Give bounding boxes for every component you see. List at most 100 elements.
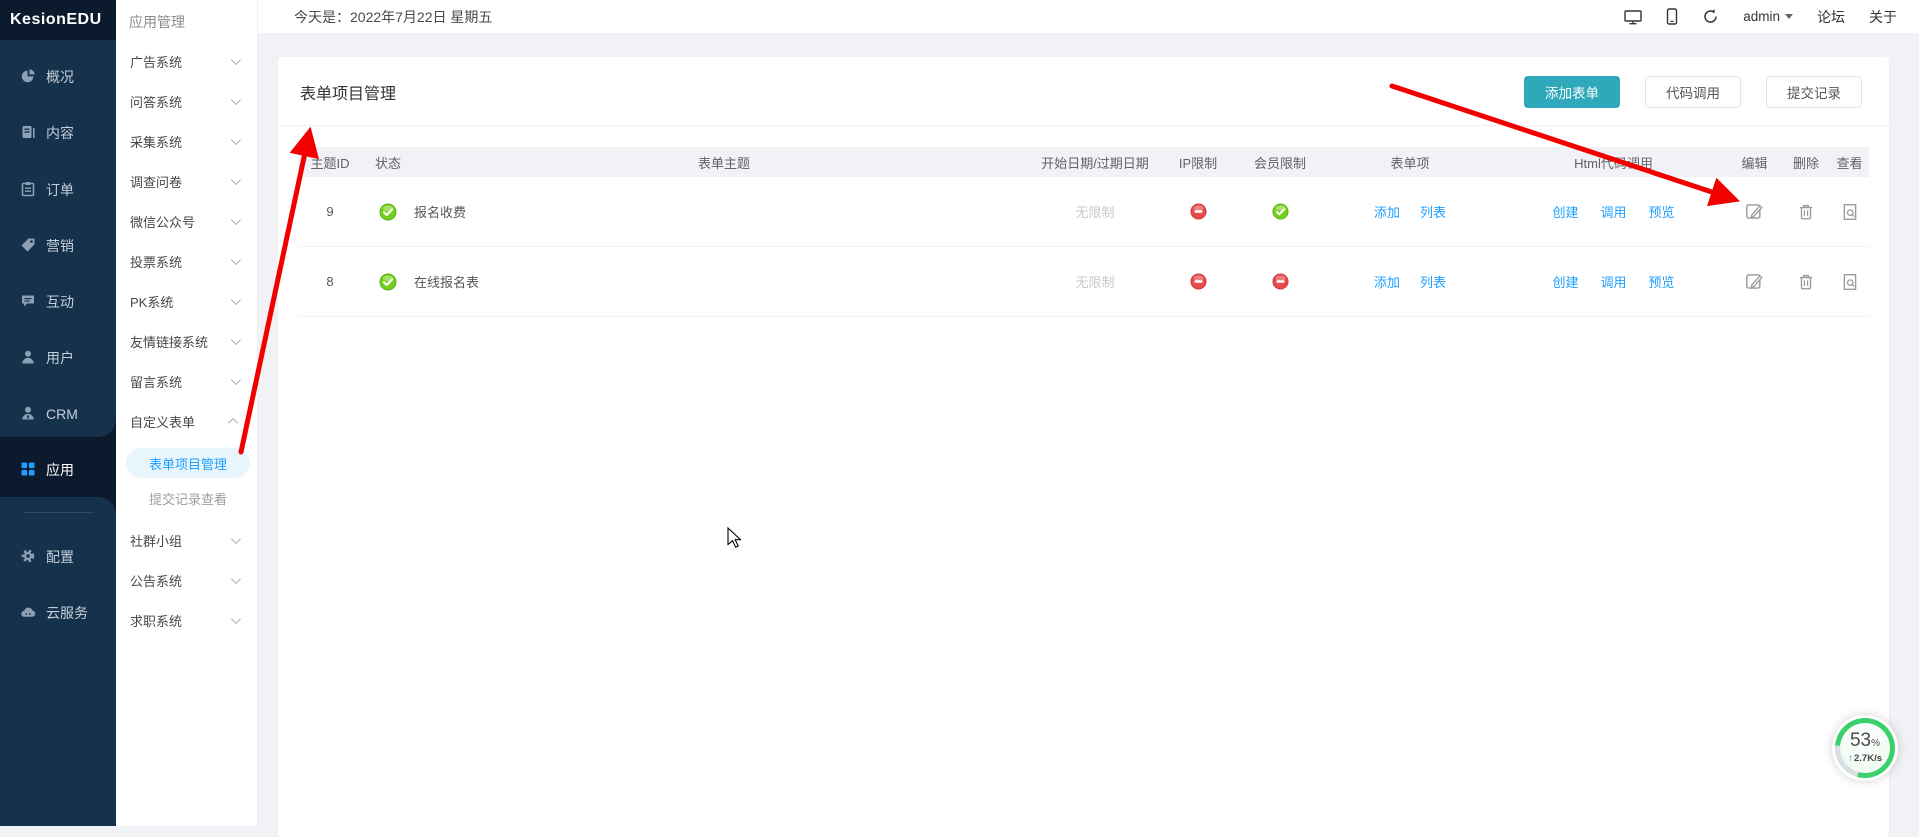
primary-sidebar: KesionEDU 概况 内容 订单 营销 互动 用户 CRM 应用 配置 云服… <box>0 0 116 826</box>
ip-blocked-icon[interactable] <box>1156 273 1240 290</box>
form-projects-card: 表单项目管理 添加表单 代码调用 提交记录 主题ID 状态 表单主题 开始日期/… <box>278 57 1889 837</box>
create-html-link[interactable]: 创建 <box>1552 272 1578 291</box>
menu-item-wechat[interactable]: 微信公众号 <box>116 201 258 241</box>
status-enabled-icon[interactable] <box>362 273 414 291</box>
chevron-down-icon <box>231 215 241 225</box>
admin-dropdown[interactable]: admin <box>1743 9 1793 24</box>
app-menu-sidebar: 应用管理 广告系统 问答系统 采集系统 调查问卷 微信公众号 投票系统 PK系统… <box>116 0 258 826</box>
chevron-down-icon <box>231 135 241 145</box>
menu-item-ad-system[interactable]: 广告系统 <box>116 41 258 81</box>
sidebar-item-cloud[interactable]: 云服务 <box>0 585 116 641</box>
brand-logo: KesionEDU <box>0 0 116 40</box>
member-allowed-icon[interactable] <box>1240 203 1320 220</box>
mobile-view-icon[interactable] <box>1666 8 1678 25</box>
form-projects-table: 主题ID 状态 表单主题 开始日期/过期日期 IP限制 会员限制 表单项 Htm… <box>298 147 1869 317</box>
delete-icon[interactable] <box>1797 203 1815 221</box>
code-call-button[interactable]: 代码调用 <box>1645 76 1741 108</box>
gauge-unit: % <box>1871 738 1880 749</box>
invoke-html-link[interactable]: 调用 <box>1600 202 1626 221</box>
cloud-icon <box>20 604 36 623</box>
chat-bubble-icon <box>20 293 36 312</box>
menu-item-links-system[interactable]: 友情链接系统 <box>116 321 258 361</box>
sidebar-item-apps[interactable]: 应用 <box>0 442 116 498</box>
chevron-down-icon <box>231 335 241 345</box>
menu-item-qa-system[interactable]: 问答系统 <box>116 81 258 121</box>
sidebar-item-content[interactable]: 内容 <box>0 105 116 161</box>
form-subject: 报名收费 <box>414 202 1034 221</box>
menu-item-message-system[interactable]: 留言系统 <box>116 361 258 401</box>
invoke-html-link[interactable]: 调用 <box>1600 272 1626 291</box>
form-subject: 在线报名表 <box>414 272 1034 291</box>
menu-item-pk-system[interactable]: PK系统 <box>116 281 258 321</box>
table-row: 9 报名收费 无限制 添加 列表 创建 调用 预览 <box>298 177 1869 247</box>
field-list-link[interactable]: 列表 <box>1420 202 1446 221</box>
sidebar-item-label: 订单 <box>46 180 74 200</box>
row-id: 9 <box>298 204 362 219</box>
chevron-down-icon <box>231 534 241 544</box>
desktop-view-icon[interactable] <box>1624 9 1642 25</box>
table-header-row: 主题ID 状态 表单主题 开始日期/过期日期 IP限制 会员限制 表单项 Htm… <box>298 147 1869 177</box>
sidebar-item-interaction[interactable]: 互动 <box>0 274 116 330</box>
create-html-link[interactable]: 创建 <box>1552 202 1578 221</box>
chevron-down-icon <box>231 375 241 385</box>
add-field-link[interactable]: 添加 <box>1374 202 1400 221</box>
chevron-down-icon <box>231 95 241 105</box>
sidebar-item-overview[interactable]: 概况 <box>0 49 116 105</box>
view-records-icon[interactable] <box>1841 203 1859 221</box>
sidebar-item-label: 配置 <box>46 547 74 567</box>
member-blocked-icon[interactable] <box>1240 273 1320 290</box>
edit-icon[interactable] <box>1745 272 1764 291</box>
current-date-text: 今天是：2022年7月22日 星期五 <box>294 0 492 33</box>
sidebar-item-crm[interactable]: CRM <box>0 386 116 442</box>
chevron-up-icon <box>228 417 238 427</box>
app-menu-header: 应用管理 <box>116 0 257 34</box>
preview-html-link[interactable]: 预览 <box>1649 202 1675 221</box>
sidebar-item-orders[interactable]: 订单 <box>0 162 116 218</box>
gear-icon <box>20 548 36 567</box>
ip-blocked-icon[interactable] <box>1156 203 1240 220</box>
about-link[interactable]: 关于 <box>1869 7 1897 27</box>
gauge-progress-ring: 53% ↑2.7K/s <box>1835 718 1895 778</box>
forum-link[interactable]: 论坛 <box>1817 7 1845 27</box>
sidebar-item-settings[interactable]: 配置 <box>0 529 116 585</box>
submenu-item-form-projects[interactable]: 表单项目管理 <box>126 448 250 478</box>
refresh-icon[interactable] <box>1702 8 1719 25</box>
row-id: 8 <box>298 274 362 289</box>
add-field-link[interactable]: 添加 <box>1374 272 1400 291</box>
delete-icon[interactable] <box>1797 273 1815 291</box>
field-list-link[interactable]: 列表 <box>1420 272 1446 291</box>
menu-item-community[interactable]: 社群小组 <box>116 520 258 560</box>
topbar: 今天是：2022年7月22日 星期五 admin 论坛 关于 <box>258 0 1919 33</box>
app-grid-icon <box>20 461 36 480</box>
tag-icon <box>20 237 36 256</box>
preview-html-link[interactable]: 预览 <box>1649 272 1675 291</box>
gauge-percent: 53 <box>1850 730 1871 751</box>
pie-chart-icon <box>20 68 36 87</box>
edit-icon[interactable] <box>1745 202 1764 221</box>
upload-arrow-icon: ↑ <box>1848 753 1853 764</box>
gauge-speed-text: 2.7K/s <box>1854 753 1882 764</box>
sidebar-item-label: 概况 <box>46 67 74 87</box>
menu-item-survey[interactable]: 调查问卷 <box>116 161 258 201</box>
add-form-button[interactable]: 添加表单 <box>1524 76 1620 108</box>
status-enabled-icon[interactable] <box>362 203 414 221</box>
document-icon <box>20 124 36 143</box>
sidebar-item-label: CRM <box>46 406 78 422</box>
chevron-down-icon <box>231 295 241 305</box>
menu-item-collect-system[interactable]: 采集系统 <box>116 121 258 161</box>
sidebar-item-label: 互动 <box>46 292 74 312</box>
sidebar-item-label: 营销 <box>46 236 74 256</box>
menu-item-custom-forms[interactable]: 自定义表单 <box>116 401 258 441</box>
chevron-down-icon <box>231 255 241 265</box>
view-records-icon[interactable] <box>1841 273 1859 291</box>
sidebar-item-users[interactable]: 用户 <box>0 330 116 386</box>
menu-item-jobs[interactable]: 求职系统 <box>116 600 258 640</box>
network-speed-gauge[interactable]: 53% ↑2.7K/s <box>1832 715 1898 781</box>
menu-item-announcement[interactable]: 公告系统 <box>116 560 258 600</box>
page-title: 表单项目管理 <box>300 57 396 126</box>
submission-records-button[interactable]: 提交记录 <box>1766 76 1862 108</box>
sidebar-item-marketing[interactable]: 营销 <box>0 218 116 274</box>
chevron-down-icon <box>231 574 241 584</box>
submenu-item-submission-records[interactable]: 提交记录查看 <box>126 483 250 513</box>
menu-item-vote-system[interactable]: 投票系统 <box>116 241 258 281</box>
